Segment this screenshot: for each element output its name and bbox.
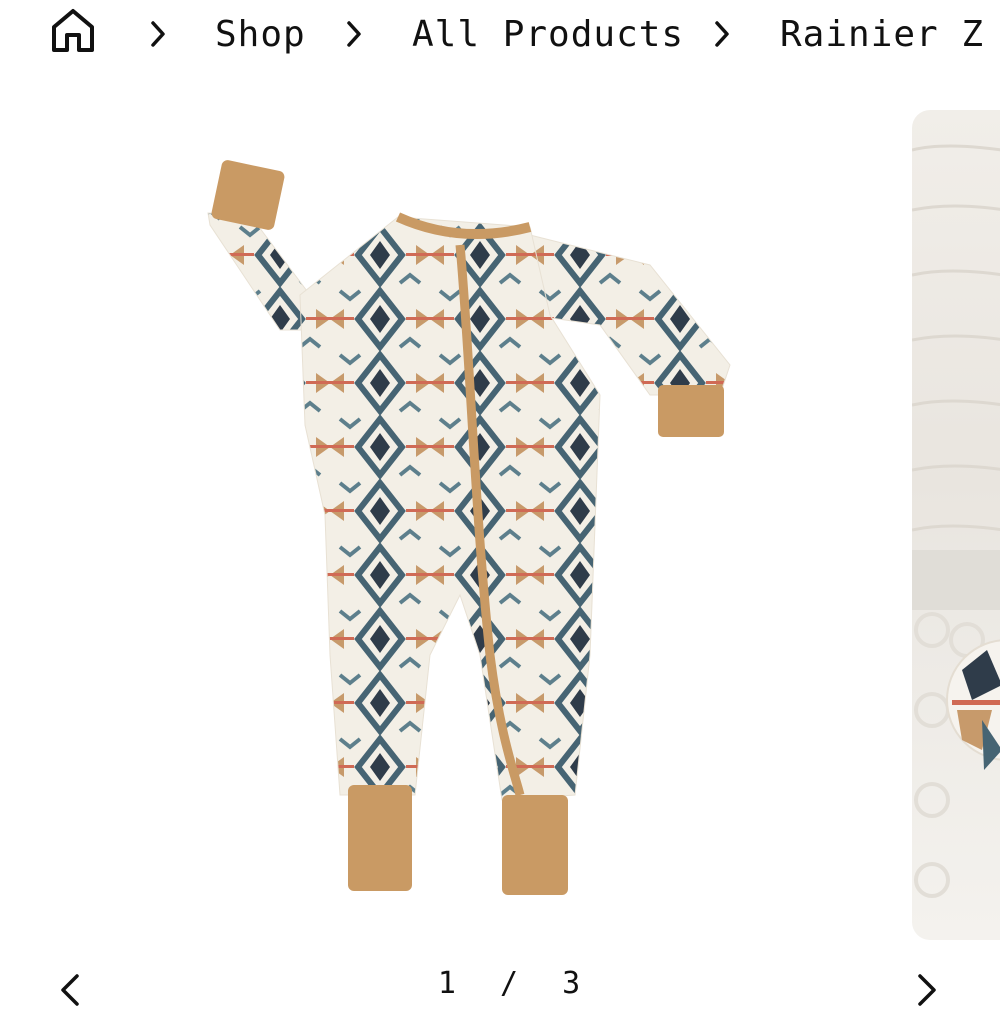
- next-slide-button[interactable]: [912, 972, 942, 1008]
- slide-counter: 1 / 3: [420, 966, 600, 1001]
- chevron-left-icon: [61, 974, 79, 1006]
- lifestyle-image: [912, 144, 1000, 898]
- slide-total: 3: [562, 966, 583, 1001]
- gallery-pager: 1 / 3: [0, 962, 1000, 1006]
- breadcrumb-home[interactable]: [48, 5, 98, 55]
- breadcrumb-item-shop[interactable]: Shop: [215, 12, 306, 58]
- product-image: [207, 160, 731, 895]
- product-image-next-slide[interactable]: [912, 110, 1000, 940]
- chevron-right-icon: [715, 21, 729, 47]
- slide-separator: /: [499, 966, 521, 1001]
- chevron-right-icon: [347, 21, 361, 47]
- previous-slide-button[interactable]: [55, 972, 85, 1008]
- breadcrumb-item-all-products[interactable]: All Products: [412, 12, 684, 58]
- chevron-right-icon: [151, 21, 165, 47]
- chevron-right-icon: [918, 974, 936, 1006]
- home-icon: [52, 9, 94, 52]
- breadcrumb-item-current-product[interactable]: Rainier Z: [780, 12, 984, 58]
- product-image-slide[interactable]: [130, 95, 890, 935]
- breadcrumb: Shop All Products Rainier Z: [0, 0, 1000, 70]
- slide-current: 1: [437, 966, 458, 1001]
